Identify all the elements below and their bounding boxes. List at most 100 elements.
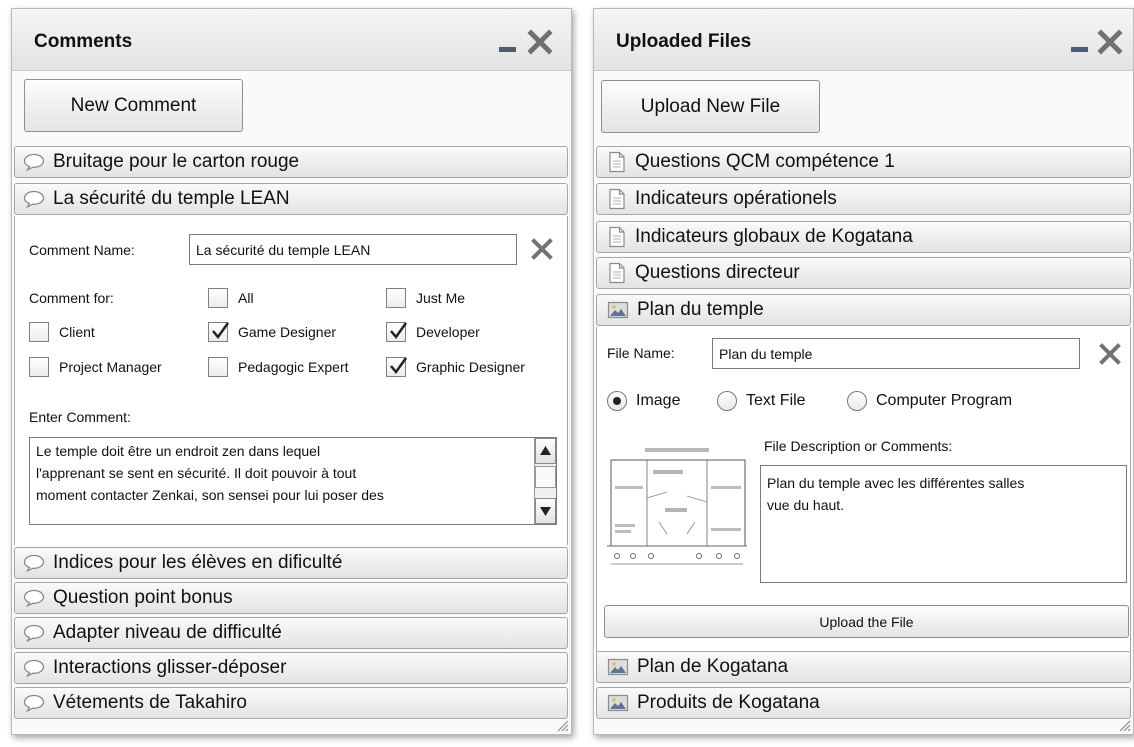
file-item[interactable]: Indicateurs opérationels [596,183,1131,215]
delete-comment-icon[interactable] [531,238,553,260]
comment-name-input[interactable]: La sécurité du temple LEAN [189,234,517,265]
close-icon[interactable] [527,29,553,55]
file-editor: File Name: Plan du temple Image Text Fil… [596,327,1131,652]
comments-panel-header: Comments [12,9,571,71]
scroll-up-icon[interactable] [535,438,556,464]
radio-button[interactable] [717,391,737,411]
speech-bubble-icon [23,624,45,642]
checkmark-icon [390,322,408,340]
comment-item-expanded[interactable]: La sécurité du temple LEAN [14,183,568,215]
file-description-textarea[interactable]: Plan du temple avec les différentes sall… [760,465,1127,583]
checkbox-box[interactable] [29,357,49,377]
file-item-expanded[interactable]: Plan du temple [596,294,1131,326]
speech-bubble-icon [23,694,45,712]
checkbox-box[interactable] [386,357,408,377]
checkbox-graphic-designer[interactable]: Graphic Designer [386,357,525,377]
close-icon[interactable] [1097,29,1123,55]
checkbox-label: Client [59,324,95,340]
comment-item-label: Question point bonus [53,587,233,608]
upload-new-file-button[interactable]: Upload New File [601,80,820,133]
file-item-label: Questions directeur [635,262,800,283]
checkbox-box[interactable] [386,322,408,342]
comment-item-label: Indices pour les élèves en dificulté [53,552,343,573]
image-icon [607,658,629,676]
comment-for-label: Comment for: [29,290,114,306]
radio-image[interactable]: Image [607,391,680,411]
document-icon [609,188,625,210]
file-preview-thumbnail [607,436,747,571]
file-item-label: Indicateurs opérationels [635,188,837,209]
file-item-label: Indicateurs globaux de Kogatana [635,226,913,247]
resize-grip-icon[interactable] [1115,716,1131,732]
checkbox-label: Game Designer [238,324,337,340]
radio-label: Computer Program [876,392,1013,409]
comment-scrollbar[interactable] [534,438,556,524]
file-item[interactable]: Indicateurs globaux de Kogatana [596,221,1131,253]
radio-label: Image [636,392,681,409]
document-icon [609,262,625,284]
resize-grip-icon[interactable] [553,716,569,732]
scroll-down-icon[interactable] [535,498,556,524]
radio-label: Text File [746,392,806,409]
comment-line: Le temple doit être un endroit zen dans … [36,443,321,459]
comment-line: moment contacter Zenkai, son sensei pour… [36,487,384,503]
checkbox-client[interactable]: Client [29,322,95,342]
image-icon [607,694,629,712]
checkbox-box[interactable] [386,288,406,308]
comment-item-label: Vétements de Takahiro [53,692,247,713]
comment-item[interactable]: Indices pour les élèves en dificulté [14,547,568,579]
speech-bubble-icon [23,190,45,208]
file-item[interactable]: Produits de Kogatana [596,687,1131,719]
description-line: vue du haut. [767,497,845,513]
scroll-thumb[interactable] [535,466,556,488]
file-item-label: Plan de Kogatana [637,656,789,677]
delete-file-icon[interactable] [1099,343,1121,365]
file-item[interactable]: Questions QCM compétence 1 [596,146,1131,178]
comment-item[interactable]: Bruitage pour le carton rouge [14,146,568,178]
comment-textarea[interactable]: Le temple doit être un endroit zen dans … [29,437,557,525]
checkmark-icon [212,322,230,340]
checkbox-pedagogic-expert[interactable]: Pedagogic Expert [208,357,349,377]
checkbox-label: Just Me [416,290,466,306]
comment-item[interactable]: Adapter niveau de difficulté [14,617,568,649]
minimize-icon[interactable] [1068,29,1094,55]
file-description-label: File Description or Comments: [764,438,953,454]
radio-text-file[interactable]: Text File [717,391,806,411]
radio-button[interactable] [607,391,627,411]
checkbox-label: Pedagogic Expert [238,359,349,375]
checkbox-label: All [238,290,254,306]
file-name-input[interactable]: Plan du temple [712,338,1080,369]
checkbox-all[interactable]: All [208,288,254,308]
description-line: Plan du temple avec les différentes sall… [767,475,1025,491]
radio-button[interactable] [847,391,867,411]
checkbox-game-designer[interactable]: Game Designer [208,322,336,342]
checkbox-just-me[interactable]: Just Me [386,288,465,308]
file-item-label: Questions QCM compétence 1 [635,151,895,172]
comment-item[interactable]: Question point bonus [14,582,568,614]
file-item-label: Plan du temple [637,299,764,320]
comment-item-label: Interactions glisser-déposer [53,657,287,678]
checkbox-label: Project Manager [59,359,162,375]
files-panel-title: Uploaded Files [616,31,752,52]
comment-item-label: Adapter niveau de difficulté [53,622,282,643]
checkmark-icon [390,357,408,375]
document-icon [609,151,625,173]
new-comment-button[interactable]: New Comment [24,79,243,132]
checkbox-project-manager[interactable]: Project Manager [29,357,162,377]
comment-editor: Comment Name: La sécurité du temple LEAN… [14,216,568,545]
checkbox-box[interactable] [208,288,228,308]
file-item[interactable]: Plan de Kogatana [596,651,1131,683]
checkbox-box[interactable] [29,322,49,342]
checkbox-box[interactable] [208,357,228,377]
comment-name-label: Comment Name: [29,242,135,258]
comments-panel: Comments New Comment Bruitage pour le ca… [11,8,572,735]
radio-computer-program[interactable]: Computer Program [847,391,1012,411]
comment-item[interactable]: Vétements de Takahiro [14,687,568,719]
checkbox-box[interactable] [208,322,230,342]
image-icon [607,301,629,319]
upload-the-file-button[interactable]: Upload the File [604,605,1129,638]
checkbox-developer[interactable]: Developer [386,322,480,342]
comment-item[interactable]: Interactions glisser-déposer [14,652,568,684]
file-item[interactable]: Questions directeur [596,257,1131,289]
minimize-icon[interactable] [496,29,522,55]
